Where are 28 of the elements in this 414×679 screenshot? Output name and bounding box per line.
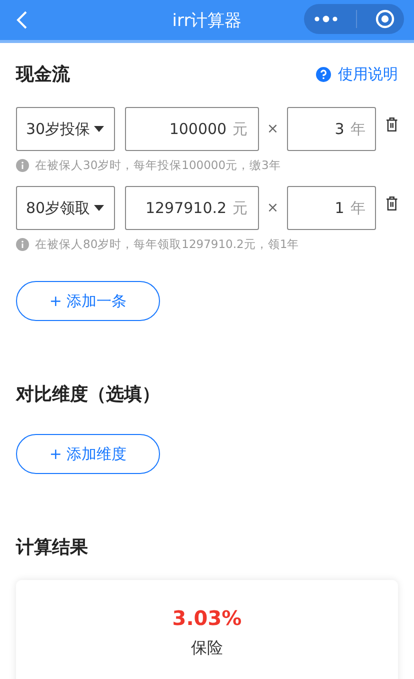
hint-text: 在被保人30岁时，每年投保100000元，缴3年 <box>35 158 281 173</box>
back-icon[interactable] <box>16 10 28 30</box>
irr-value: 3.03% <box>172 606 242 630</box>
info-icon <box>16 238 29 251</box>
trash-icon[interactable] <box>386 116 398 132</box>
years-field[interactable]: 3 年 <box>286 107 376 151</box>
add-dimension-button[interactable]: + 添加维度 <box>16 434 160 474</box>
section-title: 对比维度（选填） <box>16 383 160 406</box>
amount-field[interactable]: 1297910.2 元 <box>125 186 259 230</box>
hint-text: 在被保人80岁时，每年领取1297910.2元，领1年 <box>35 237 300 252</box>
trash-icon[interactable] <box>386 196 398 210</box>
multiply-sign: × <box>266 200 280 216</box>
result-label: 保险 <box>191 638 223 659</box>
dropdown-icon <box>94 205 104 211</box>
type-select[interactable]: 80岁领取 <box>16 186 116 230</box>
add-row-button[interactable]: + 添加一条 <box>16 281 160 321</box>
more-icon[interactable] <box>312 15 339 23</box>
help-icon <box>316 66 331 82</box>
amount-field[interactable]: 100000 元 <box>125 107 259 151</box>
years-field[interactable]: 1 年 <box>286 186 376 230</box>
page-title: irr计算器 <box>171 10 243 32</box>
type-select[interactable]: 30岁投保 <box>16 107 116 151</box>
help-link[interactable]: 使用说明 <box>316 64 398 84</box>
dropdown-icon <box>94 126 104 132</box>
section-title: 计算结果 <box>16 536 88 559</box>
section-title: 现金流 <box>16 63 70 86</box>
multiply-sign: × <box>266 121 280 137</box>
info-icon <box>16 159 29 172</box>
